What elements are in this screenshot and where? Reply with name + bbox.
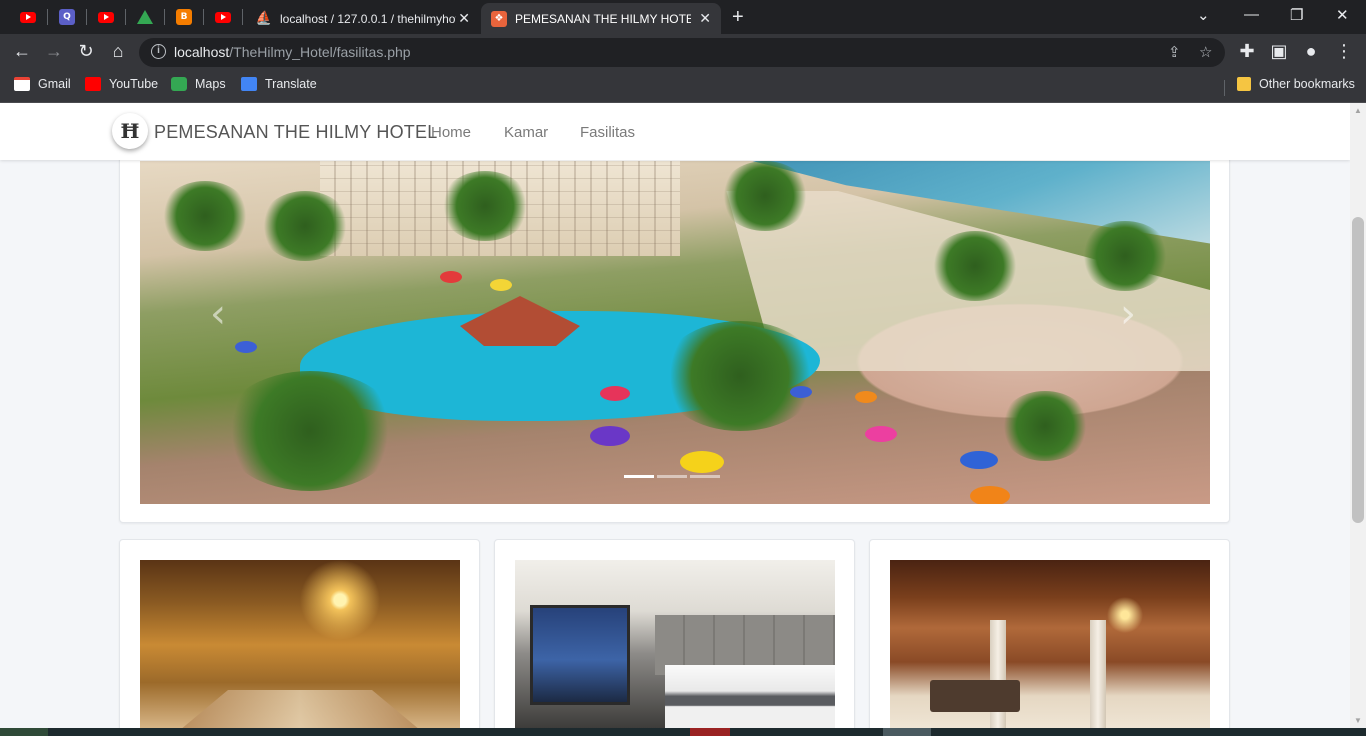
close-icon[interactable]: ✕ xyxy=(458,10,470,27)
back-button[interactable]: ← xyxy=(11,41,33,62)
tab-title: localhost / 127.0.0.1 / thehilmyhotel xyxy=(280,11,456,26)
address-bar[interactable]: i localhost/TheHilmy_Hotel/fasilitas.php… xyxy=(139,38,1225,67)
hotel-icon: ❖ xyxy=(491,10,507,27)
minimize-button[interactable]: — xyxy=(1244,6,1259,23)
scrollbar-thumb[interactable] xyxy=(1352,217,1364,523)
facility-image-lobby xyxy=(140,560,460,728)
close-icon[interactable]: ✕ xyxy=(699,10,711,27)
url-text[interactable]: localhost/TheHilmy_Hotel/fasilitas.php xyxy=(174,44,411,60)
extensions-icon[interactable]: ✚ xyxy=(1236,41,1258,62)
phpmyadmin-icon: ⛵ xyxy=(255,11,273,26)
carousel-next-button[interactable]: › xyxy=(1120,291,1136,337)
carousel-card: ‹ › xyxy=(119,123,1230,523)
other-bookmarks[interactable]: Other bookmarks xyxy=(1237,77,1355,91)
menu-icon[interactable]: ⋮ xyxy=(1333,41,1355,62)
carousel-indicator-1[interactable] xyxy=(624,475,654,478)
bookmarks-bar: Gmail YouTube Maps Translate Other bookm… xyxy=(0,71,1366,103)
os-taskbar xyxy=(0,728,1366,736)
profile-icon[interactable]: ● xyxy=(1300,41,1322,62)
page-content: Ħ PEMESANAN THE HILMY HOTEL Home Kamar F… xyxy=(0,103,1350,728)
facility-image-wood-lobby xyxy=(890,560,1210,728)
pinned-tab-blogger[interactable]: B xyxy=(165,4,203,30)
youtube-icon xyxy=(215,11,231,23)
tab-title: PEMESANAN THE HILMY HOTEL xyxy=(515,11,691,26)
share-icon[interactable]: ⇪ xyxy=(1168,43,1181,61)
youtube-icon xyxy=(85,77,101,91)
youtube-icon xyxy=(98,11,114,23)
translate-icon xyxy=(241,77,257,91)
carousel-indicator-3[interactable] xyxy=(690,475,720,478)
nav-fasilitas[interactable]: Fasilitas xyxy=(580,124,635,141)
facility-image-bedroom xyxy=(515,560,835,728)
pinned-tab-q[interactable]: Q xyxy=(48,4,86,30)
tab-phpmyadmin[interactable]: ⛵ localhost / 127.0.0.1 / thehilmyhotel … xyxy=(246,3,480,34)
side-panel-icon[interactable]: ▣ xyxy=(1268,41,1290,62)
page-scrollbar[interactable]: ▲ ▼ xyxy=(1350,103,1366,728)
site-navbar: Ħ PEMESANAN THE HILMY HOTEL Home Kamar F… xyxy=(0,103,1350,160)
site-info-icon[interactable]: i xyxy=(151,44,166,59)
forward-button[interactable]: → xyxy=(43,41,65,62)
blogger-icon: B xyxy=(176,9,192,25)
bookmark-youtube[interactable]: YouTube xyxy=(85,77,158,91)
google-drive-icon xyxy=(137,10,153,24)
browser-toolbar: ← → ↻ ⌂ i localhost/TheHilmy_Hotel/fasil… xyxy=(0,34,1366,71)
reload-button[interactable]: ↻ xyxy=(75,41,97,62)
maps-icon xyxy=(171,77,187,91)
facility-card xyxy=(119,539,480,728)
gmail-icon xyxy=(14,77,30,91)
carousel-prev-button[interactable]: ‹ xyxy=(210,291,226,337)
carousel-indicators xyxy=(624,475,720,478)
nav-home[interactable]: Home xyxy=(431,124,471,141)
q-app-icon: Q xyxy=(59,9,75,25)
scroll-up-arrow-icon[interactable]: ▲ xyxy=(1354,106,1362,115)
bookmark-maps[interactable]: Maps xyxy=(171,77,226,91)
restore-button[interactable]: ❐ xyxy=(1290,6,1303,24)
home-button[interactable]: ⌂ xyxy=(107,41,129,62)
bookmark-translate[interactable]: Translate xyxy=(241,77,317,91)
carousel-slide-image: ‹ › xyxy=(140,161,1210,504)
nav-kamar[interactable]: Kamar xyxy=(504,124,548,141)
scroll-down-arrow-icon[interactable]: ▼ xyxy=(1354,716,1362,725)
pinned-tab-drive[interactable] xyxy=(126,4,164,30)
tab-hilmy-hotel[interactable]: ❖ PEMESANAN THE HILMY HOTEL ✕ xyxy=(481,3,721,34)
tab-search-icon[interactable]: ⌄ xyxy=(1197,6,1210,24)
browser-tab-strip: Q B ⛵ localhost / 127.0.0.1 / thehilmyho… xyxy=(0,0,1366,34)
folder-icon xyxy=(1237,77,1251,91)
new-tab-button[interactable]: + xyxy=(732,6,744,29)
close-window-button[interactable]: ✕ xyxy=(1336,6,1349,24)
facility-card xyxy=(869,539,1230,728)
facility-card xyxy=(494,539,855,728)
pinned-tab-youtube[interactable] xyxy=(9,4,47,30)
hotel-logo-icon[interactable]: Ħ xyxy=(112,113,148,149)
pinned-tab-youtube-3[interactable] xyxy=(204,4,242,30)
youtube-icon xyxy=(20,11,36,23)
bookmark-star-icon[interactable]: ☆ xyxy=(1199,43,1212,61)
site-brand[interactable]: PEMESANAN THE HILMY HOTEL xyxy=(154,122,437,143)
bookmark-gmail[interactable]: Gmail xyxy=(14,77,71,91)
carousel-indicator-2[interactable] xyxy=(657,475,687,478)
pinned-tab-youtube-2[interactable] xyxy=(87,4,125,30)
